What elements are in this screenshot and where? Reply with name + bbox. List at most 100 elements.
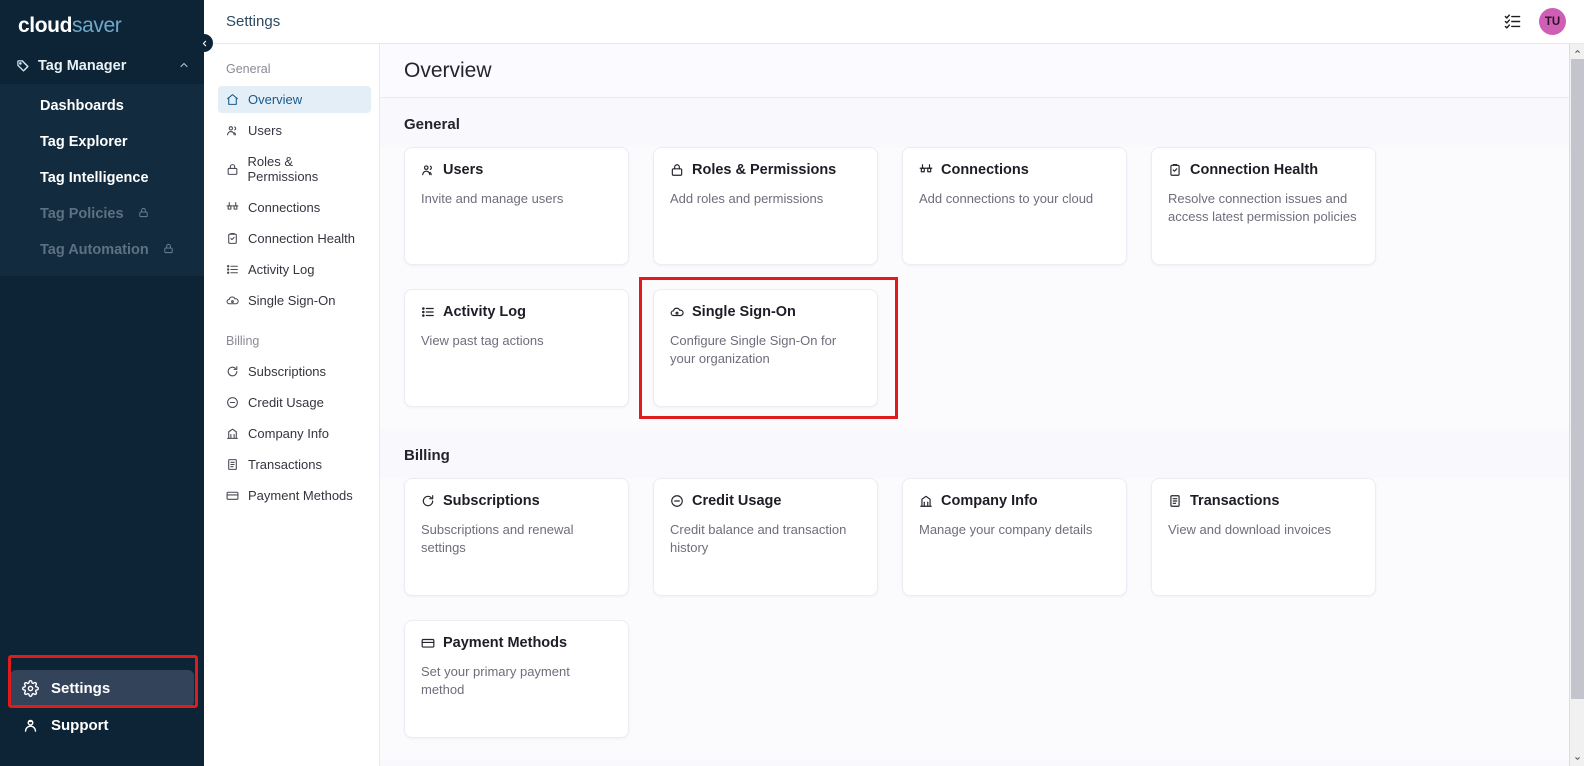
card-credit-usage[interactable]: Credit Usage Credit balance and transact…	[653, 478, 878, 596]
card-grid-general: Users Invite and manage users	[404, 147, 1560, 407]
page-title: Overview	[404, 59, 492, 83]
sidebar-item-dashboards[interactable]: Dashboards	[0, 88, 204, 124]
card-description: Credit balance and transaction history	[670, 521, 861, 557]
secnav-item-credit-usage[interactable]: Credit Usage	[218, 389, 371, 416]
refresh-icon	[226, 365, 240, 378]
scrollbar-down-arrow[interactable]	[1570, 751, 1584, 766]
page-scrollbar[interactable]	[1569, 44, 1584, 766]
card-wrap: Connection Health Resolve connection iss…	[1151, 147, 1376, 265]
card-roles-permissions[interactable]: Roles & Permissions Add roles and permis…	[653, 147, 878, 265]
secnav-item-payment-methods[interactable]: Payment Methods	[218, 482, 371, 509]
right-region: Settings TU General Overview	[204, 0, 1584, 766]
secnav-item-single-sign-on[interactable]: Single Sign-On	[218, 287, 371, 314]
main-header: Overview	[380, 44, 1584, 98]
lock-icon	[138, 207, 149, 221]
sidebar-item-label: Tag Automation	[40, 242, 149, 258]
sidebar-group-tag-manager[interactable]: Tag Manager	[0, 48, 204, 84]
card-head: Payment Methods	[421, 635, 612, 651]
card-transactions[interactable]: Transactions View and download invoices	[1151, 478, 1376, 596]
card-icon	[226, 489, 240, 502]
clipboard-check-icon	[226, 232, 240, 245]
card-wrap: Users Invite and manage users	[404, 147, 629, 265]
list-icon	[421, 305, 435, 319]
primary-sidebar: cloudsaver Tag Manager Dashboards Tag Ex…	[0, 0, 204, 766]
card-description: Invite and manage users	[421, 190, 612, 208]
card-title: Subscriptions	[443, 493, 540, 509]
section-title: Billing	[380, 447, 1584, 464]
secnav-item-users[interactable]: Users	[218, 117, 371, 144]
card-connections[interactable]: Connections Add connections to your clou…	[902, 147, 1127, 265]
brand-logo-part2: saver	[72, 14, 121, 37]
card-wrap: Credit Usage Credit balance and transact…	[653, 478, 878, 596]
card-company-info[interactable]: Company Info Manage your company details	[902, 478, 1127, 596]
list-icon	[226, 263, 240, 276]
card-description: Add connections to your cloud	[919, 190, 1110, 208]
scrollbar-up-arrow[interactable]	[1570, 44, 1584, 59]
card-single-sign-on[interactable]: Single Sign-On Configure Single Sign-On …	[653, 289, 878, 407]
checklist-icon[interactable]	[1504, 13, 1521, 30]
secnav-item-label: Overview	[248, 92, 302, 107]
card-description: Subscriptions and renewal settings	[421, 521, 612, 557]
secnav-item-subscriptions[interactable]: Subscriptions	[218, 358, 371, 385]
cloud-key-icon	[226, 294, 240, 307]
sidebar-item-tag-intelligence[interactable]: Tag Intelligence	[0, 160, 204, 196]
card-users[interactable]: Users Invite and manage users	[404, 147, 629, 265]
card-connection-health[interactable]: Connection Health Resolve connection iss…	[1151, 147, 1376, 265]
sidebar-collapse-button[interactable]	[195, 34, 213, 52]
card-head: Credit Usage	[670, 493, 861, 509]
card-wrap: Roles & Permissions Add roles and permis…	[653, 147, 878, 265]
building-icon	[919, 494, 933, 508]
brand-logo-part1: cloud	[18, 14, 72, 37]
scrollbar-thumb[interactable]	[1571, 59, 1584, 699]
cloud-key-icon	[670, 305, 684, 319]
secnav-item-roles-permissions[interactable]: Roles & Permissions	[218, 148, 371, 190]
card-description: Set your primary payment method	[421, 663, 612, 699]
topbar-actions: TU	[1504, 8, 1566, 35]
section-billing: Billing Subscriptions Subscr	[380, 429, 1584, 760]
secnav-item-label: Activity Log	[248, 262, 314, 277]
card-activity-log[interactable]: Activity Log View past tag actions	[404, 289, 629, 407]
card-subscriptions[interactable]: Subscriptions Subscriptions and renewal …	[404, 478, 629, 596]
secnav-item-activity-log[interactable]: Activity Log	[218, 256, 371, 283]
card-title: Transactions	[1190, 493, 1279, 509]
secnav-item-connection-health[interactable]: Connection Health	[218, 225, 371, 252]
card-head: Users	[421, 162, 612, 178]
secnav-item-label: Credit Usage	[248, 395, 324, 410]
card-head: Transactions	[1168, 493, 1359, 509]
secnav-item-transactions[interactable]: Transactions	[218, 451, 371, 478]
home-icon	[226, 93, 240, 106]
sidebar-item-support[interactable]: Support	[10, 707, 194, 744]
secnav-group-title-general: General	[204, 62, 379, 86]
main-scroll-area: General Users Invite and man	[380, 98, 1584, 766]
scrollbar-track[interactable]	[1570, 59, 1584, 751]
sidebar-item-tag-explorer[interactable]: Tag Explorer	[0, 124, 204, 160]
card-payment-methods[interactable]: Payment Methods Set your primary payment…	[404, 620, 629, 738]
card-description: Manage your company details	[919, 521, 1110, 539]
app-root: cloudsaver Tag Manager Dashboards Tag Ex…	[0, 0, 1584, 766]
card-title: Payment Methods	[443, 635, 567, 651]
connections-icon	[919, 163, 933, 177]
brand-logo[interactable]: cloudsaver	[0, 0, 204, 48]
secnav-item-overview[interactable]: Overview	[218, 86, 371, 113]
secnav-item-label: Users	[248, 123, 282, 138]
secnav-item-label: Connection Health	[248, 231, 355, 246]
minus-circle-icon	[226, 396, 240, 409]
lock-icon	[226, 163, 239, 176]
card-description: Configure Single Sign-On for your organi…	[670, 332, 861, 368]
secnav-item-company-info[interactable]: Company Info	[218, 420, 371, 447]
section-general: General Users Invite and man	[380, 98, 1584, 429]
card-head: Activity Log	[421, 304, 612, 320]
secnav-item-label: Connections	[248, 200, 320, 215]
card-description: View past tag actions	[421, 332, 612, 350]
chevron-up-icon[interactable]	[178, 59, 190, 74]
card-head: Connections	[919, 162, 1110, 178]
card-head: Company Info	[919, 493, 1110, 509]
avatar[interactable]: TU	[1539, 8, 1566, 35]
sidebar-item-settings[interactable]: Settings	[10, 670, 194, 707]
users-icon	[421, 163, 435, 177]
card-title: Credit Usage	[692, 493, 781, 509]
refresh-icon	[421, 494, 435, 508]
receipt-icon	[1168, 494, 1182, 508]
secnav-item-connections[interactable]: Connections	[218, 194, 371, 221]
section-panel-billing: Subscriptions Subscriptions and renewal …	[380, 478, 1584, 760]
